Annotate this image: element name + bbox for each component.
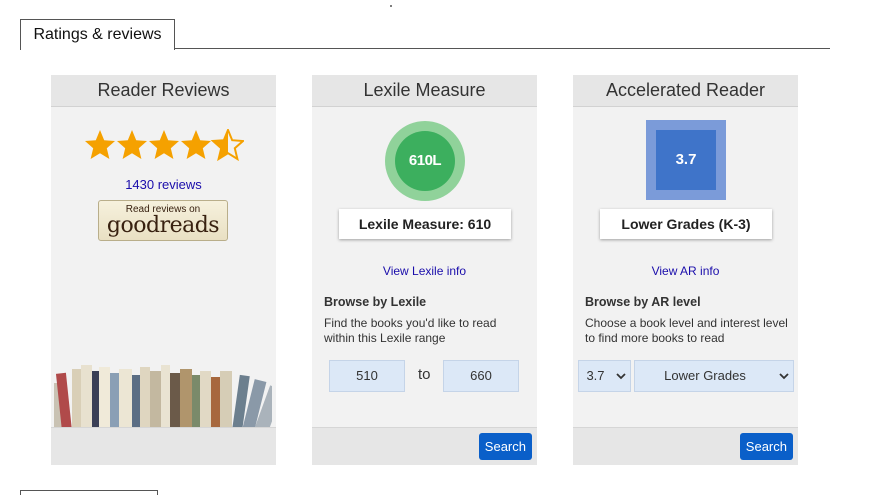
lexile-badge: 610L: [385, 121, 465, 201]
chevron-down-icon: [779, 373, 789, 380]
browse-by-ar-title: Browse by AR level: [585, 295, 701, 309]
view-ar-info-link[interactable]: View AR info: [573, 264, 798, 278]
ar-level-badge: 3.7: [646, 120, 726, 200]
lexile-search-button[interactable]: Search: [478, 433, 532, 460]
decorative-dot: [390, 5, 392, 7]
accelerated-reader-panel: Accelerated Reader 3.7 Lower Grades (K-3…: [573, 75, 798, 465]
interest-level-select-value: Lower Grades: [664, 368, 746, 383]
star-icon: [181, 130, 211, 159]
books-illustration: [54, 365, 272, 431]
browse-by-ar-description: Choose a book level and interest level t…: [585, 316, 788, 345]
lexile-footer: Search: [312, 427, 537, 465]
ar-grade-label: Lower Grades (K-3): [600, 209, 772, 239]
lexile-range-to-input[interactable]: 660: [443, 360, 519, 392]
star-icon: [149, 130, 179, 159]
star-rating: [85, 129, 244, 161]
lexile-range-from-input[interactable]: 510: [329, 360, 405, 392]
browse-by-lexile-description: Find the books you'd like to read within…: [324, 316, 497, 345]
lexile-measure-label: Lexile Measure: 610: [339, 209, 511, 239]
reader-reviews-heading: Reader Reviews: [51, 75, 276, 107]
tab-ratings-reviews[interactable]: Ratings & reviews: [20, 19, 175, 50]
reader-reviews-footer: [51, 427, 276, 465]
ar-search-button[interactable]: Search: [739, 433, 793, 460]
next-tab-edge: [20, 490, 158, 495]
ar-level-badge-value: 3.7: [656, 130, 716, 190]
accelerated-reader-heading: Accelerated Reader: [573, 75, 798, 107]
lexile-range-to-label: to: [418, 366, 431, 383]
lexile-panel: Lexile Measure 610L Lexile Measure: 610 …: [312, 75, 537, 465]
ar-footer: Search: [573, 427, 798, 465]
lexile-heading: Lexile Measure: [312, 75, 537, 107]
reader-reviews-panel: Reader Reviews 1430 reviews Read reviews…: [51, 75, 276, 465]
interest-level-select[interactable]: Lower Grades: [634, 360, 794, 392]
reviews-count-link[interactable]: 1430 reviews: [51, 177, 276, 192]
star-icon: [117, 130, 147, 159]
browse-by-lexile-title: Browse by Lexile: [324, 295, 427, 309]
ar-level-select[interactable]: 3.7: [578, 360, 631, 392]
lexile-badge-value: 610L: [395, 131, 455, 191]
chevron-down-icon: [616, 373, 626, 380]
star-icon: [85, 130, 115, 159]
half-star-icon: [210, 129, 244, 161]
goodreads-badge[interactable]: Read reviews on goodreads: [98, 200, 228, 241]
goodreads-logo-text: goodreads: [106, 213, 220, 238]
ar-level-select-value: 3.7: [586, 368, 605, 383]
view-lexile-info-link[interactable]: View Lexile info: [312, 264, 537, 278]
